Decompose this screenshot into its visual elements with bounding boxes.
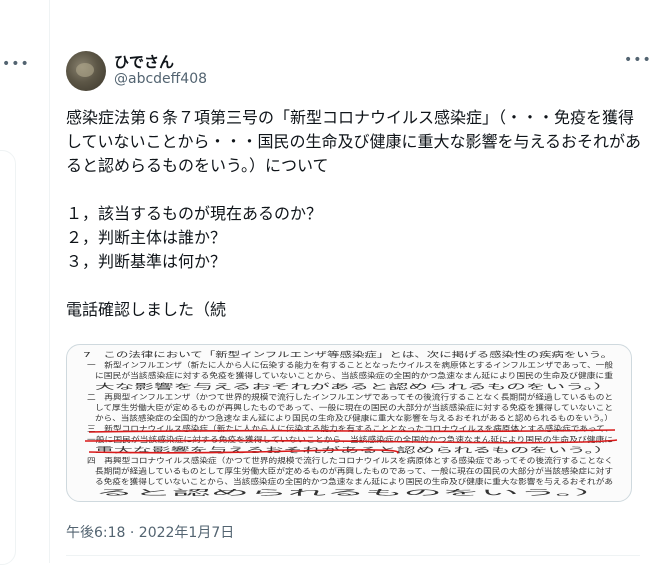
left-card-edge — [0, 150, 16, 565]
tweet-image[interactable]: 7 この法律において「新型インフルエンザ等感染症」とは、次に掲げる感染性の疾病を… — [66, 344, 632, 502]
avatar[interactable] — [66, 51, 106, 91]
user-handle[interactable]: @abcdeff408 — [114, 71, 207, 87]
tweet-text: 感染症法第６条７項第三号の「新型コロナウイルス感染症」（・・・免疫を獲得していな… — [66, 108, 642, 319]
timestamp[interactable]: 午後6:18 · 2022年1月7日 — [66, 522, 234, 542]
law-text-line: 二 再興型インフルエンザ（かつて世界的規模で流行したインフルエンザであってその後… — [87, 392, 613, 401]
law-text-line: ると認められるものをいう。） — [95, 488, 613, 497]
law-text-line: に国民が当該感染症に対する免疫を獲得していないことから、当該感染症の全国的かつ急… — [95, 371, 613, 380]
left-column: ••• — [0, 0, 50, 565]
law-text-line: 長期間が経過しているものとして厚生労働大臣が定めるものが再興したものであって、一… — [95, 467, 613, 476]
law-text-line: る免疫を獲得していないことから、当該感染症の全国的かつ急速なまん延により国民の生… — [95, 477, 613, 486]
red-underline-mark — [88, 429, 616, 433]
divider — [66, 555, 640, 556]
tweet: ひでさん @abcdeff408 ••• 感染症法第６条７項第三号の「新型コロナ… — [50, 0, 656, 563]
law-text-line: して厚生労働大臣が定めるものが再興したものであって、一般に現在の国民の大部分が当… — [95, 403, 613, 412]
law-text-line: 7 この法律において「新型インフルエンザ等感染症」とは、次に掲げる感染性の疾病を… — [83, 350, 613, 359]
law-text-line: から、当該感染症の全国的かつ急速なまん延により国民の生命及び健康に重大な影響を与… — [95, 414, 613, 423]
more-horizontal-icon[interactable]: ••• — [2, 56, 30, 72]
law-document-image: 7 この法律において「新型インフルエンザ等感染症」とは、次に掲げる感染性の疾病を… — [83, 350, 618, 497]
more-horizontal-icon[interactable]: ••• — [624, 52, 652, 68]
law-text-line: 大な影響を与えるおそれがあると認められるものをいう。） — [95, 382, 613, 391]
display-name[interactable]: ひでさん — [114, 51, 174, 72]
law-text-line: 四 再興型コロナウイルス感染症（かつて世界的規模で流行したコロナウイルスを病原体… — [87, 456, 613, 465]
law-text-line: 一 新型インフルエンザ（新たに人から人に伝染する能力を有することとなったウイルス… — [87, 361, 614, 370]
